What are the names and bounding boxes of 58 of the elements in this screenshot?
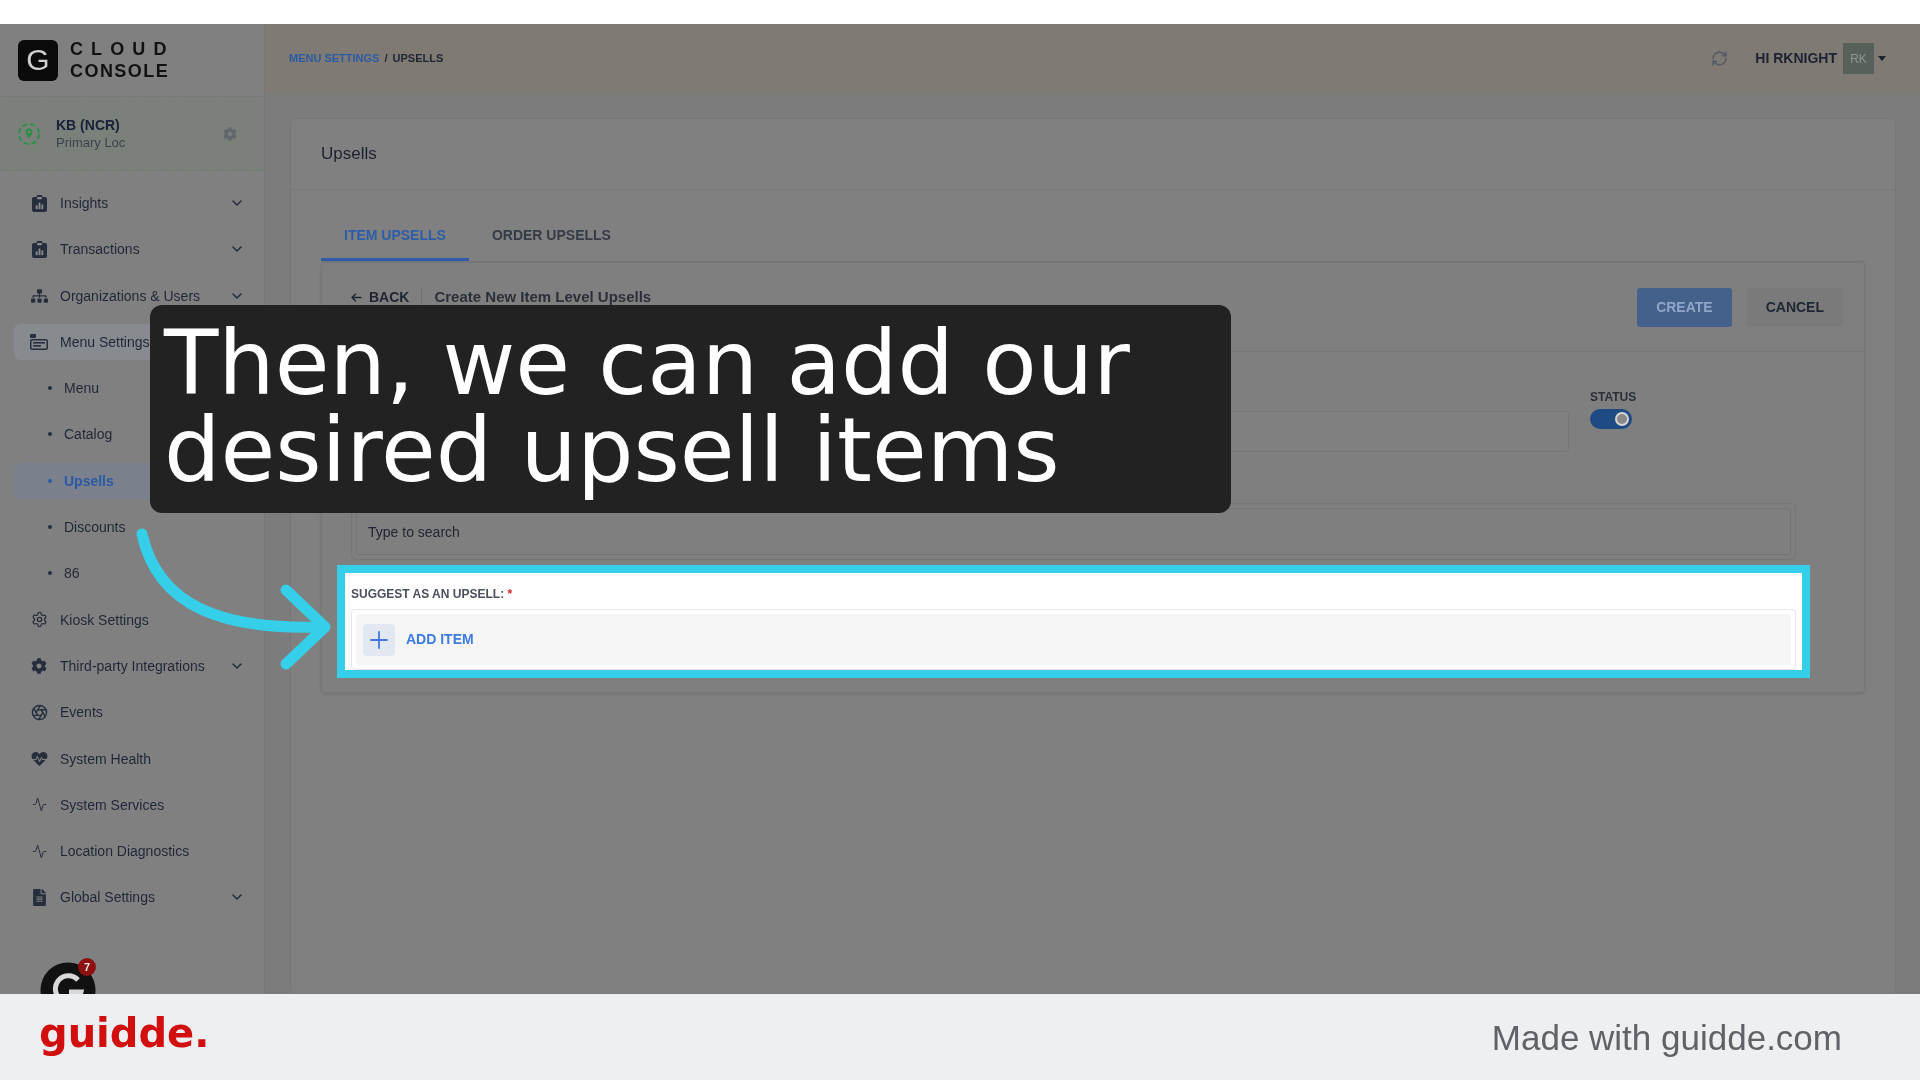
document-icon xyxy=(32,888,46,906)
field-label: STATUS xyxy=(1590,390,1637,404)
chevron-down-icon xyxy=(232,894,242,901)
bullet-icon xyxy=(48,525,52,530)
cancel-button[interactable]: CANCEL xyxy=(1746,287,1843,327)
chevron-down-icon xyxy=(232,292,242,299)
sidebar-item[interactable]: Insights xyxy=(14,185,250,221)
clipboard-chart-icon xyxy=(31,194,47,212)
location-subtitle: Primary Loc xyxy=(56,133,127,152)
clipboard-chart-icon xyxy=(31,240,47,258)
sidebar-subitem[interactable]: 86 xyxy=(14,555,250,592)
card-title: Upsells xyxy=(321,143,377,166)
pulse-icon xyxy=(30,843,48,859)
caret-icon[interactable] xyxy=(1878,56,1886,61)
notification-badge: 7 xyxy=(78,958,96,976)
sidebar-item[interactable]: Third-party Integrations xyxy=(14,647,250,684)
plus-icon xyxy=(363,623,395,656)
tab[interactable]: ORDER UPSELLS xyxy=(468,213,634,261)
aperture-icon xyxy=(30,703,48,721)
sidebar-item[interactable]: Location Diagnostics xyxy=(14,833,250,870)
location-name: KB (NCR) xyxy=(56,115,121,134)
status-toggle[interactable] xyxy=(1590,409,1632,429)
sidebar-item[interactable]: System Health xyxy=(14,740,250,777)
logo-text: CLOUD xyxy=(70,38,175,60)
credit-text: Made with guidde.com xyxy=(1491,1019,1842,1055)
user-greeting: HI RKNIGHT xyxy=(1755,49,1837,68)
chevron-down-icon xyxy=(232,200,242,206)
field-label: SUGGEST AS AN UPSELL: * xyxy=(351,587,514,601)
sidebar-item[interactable]: Organizations & Users xyxy=(14,277,250,314)
sidebar-item[interactable]: Events xyxy=(14,694,250,731)
gear-icon xyxy=(31,657,47,674)
logo-mark: G xyxy=(18,39,58,81)
sidebar-item[interactable]: Global Settings xyxy=(14,879,250,916)
user-avatar[interactable]: RK xyxy=(1843,43,1874,74)
chevron-down-icon xyxy=(232,246,242,253)
sidebar-item[interactable]: Kiosk Settings xyxy=(14,601,250,638)
sidebar-subitem[interactable]: Discounts xyxy=(14,509,250,546)
bullet-icon xyxy=(48,432,52,437)
add-item-button[interactable]: ADD ITEM xyxy=(363,623,474,656)
card-list-icon xyxy=(30,333,48,350)
location-pin-icon xyxy=(18,122,40,145)
bullet-icon xyxy=(48,478,52,483)
sidebar-item[interactable]: System Services xyxy=(14,786,250,823)
bullet-icon xyxy=(48,571,52,576)
breadcrumb-separator: / xyxy=(384,51,388,67)
settings-icon xyxy=(30,611,48,629)
sidebar-item[interactable]: Transactions xyxy=(14,231,250,268)
logo-text: CONSOLE xyxy=(70,60,171,82)
hierarchy-icon xyxy=(30,288,48,303)
heart-pulse-icon xyxy=(30,750,48,767)
arrow-left-icon xyxy=(351,292,362,302)
bullet-icon xyxy=(48,386,52,391)
form-title: Create New Item Level Upsells xyxy=(433,289,652,305)
create-button[interactable]: CREATE xyxy=(1637,287,1732,327)
back-button[interactable]: BACK xyxy=(351,289,422,305)
breadcrumb-current: UPSELLS xyxy=(392,51,444,67)
chevron-down-icon xyxy=(232,662,242,669)
pulse-icon xyxy=(30,797,48,813)
